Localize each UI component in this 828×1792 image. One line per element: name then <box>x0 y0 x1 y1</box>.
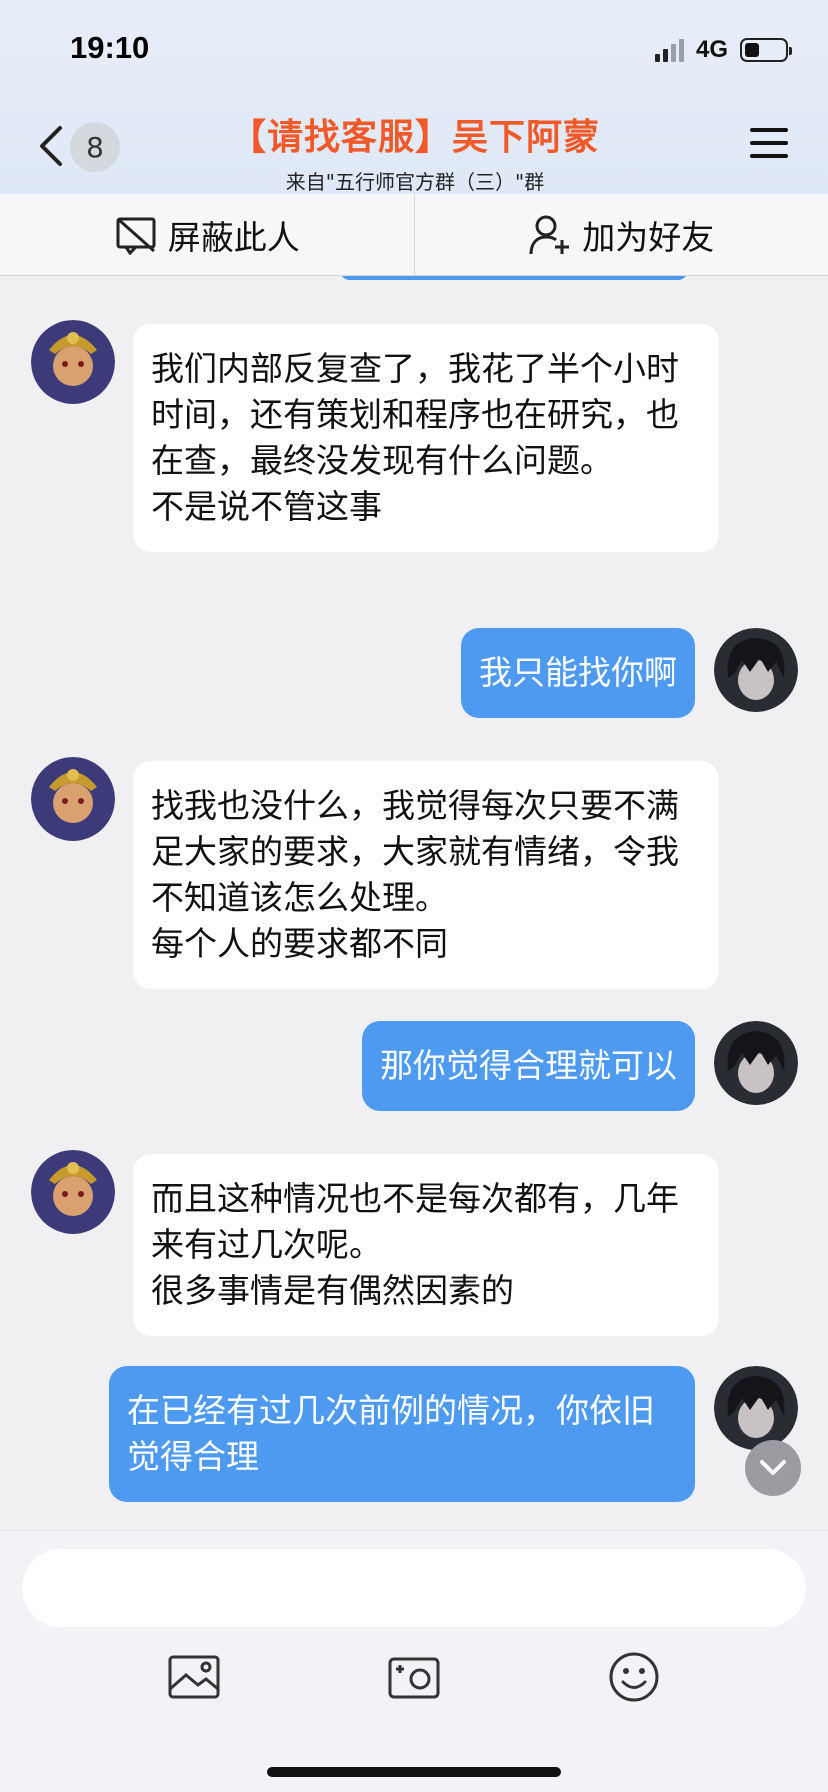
incoming-message-bubble[interactable]: 找我也没什么，我觉得每次只要不满足大家的要求，大家就有情绪，令我不知道该怎么处理… <box>133 761 719 989</box>
home-indicator <box>267 1767 561 1777</box>
unread-count-badge[interactable]: 8 <box>70 122 120 172</box>
add-friend-label: 加为好友 <box>582 217 715 257</box>
contact-avatar[interactable] <box>31 1150 115 1234</box>
outgoing-message-bubble[interactable]: 在已经有过几次前例的情况，你依旧觉得合理 <box>109 1366 695 1502</box>
add-friend-button[interactable]: 加为好友 <box>413 194 828 275</box>
user-avatar[interactable] <box>714 1366 798 1450</box>
contact-avatar[interactable] <box>31 320 115 404</box>
chat-message-list[interactable]: 我们内部反复查了，我花了半个小时时间，还有策划和程序也在研究，也在查，最终没发现… <box>0 276 828 1530</box>
composer-area <box>0 1530 828 1792</box>
chat-title: 【请找客服】吴下阿蒙 <box>229 117 600 158</box>
outgoing-message-bubble[interactable]: 那你觉得合理就可以 <box>362 1021 695 1111</box>
incoming-message-bubble[interactable]: 而且这种情况也不是每次都有，几年来有过几次呢。 很多事情是有偶然因素的 <box>133 1154 719 1336</box>
signal-icon <box>654 38 684 62</box>
message-input[interactable] <box>22 1549 806 1627</box>
battery-icon <box>740 38 792 62</box>
user-avatar[interactable] <box>714 1021 798 1105</box>
previous-message-peek <box>340 276 688 280</box>
network-type: 4G <box>695 36 728 63</box>
status-time: 19:10 <box>70 30 150 65</box>
action-bar: 屏蔽此人 加为好友 <box>0 194 828 276</box>
menu-icon[interactable] <box>750 128 788 164</box>
user-avatar[interactable] <box>714 628 798 712</box>
scroll-to-bottom-button[interactable] <box>745 1440 801 1496</box>
block-user-label: 屏蔽此人 <box>167 217 300 257</box>
block-icon <box>116 217 156 255</box>
chat-title-block[interactable]: 【请找客服】吴下阿蒙 来自"五行师官方群（三）"群 <box>150 108 680 195</box>
status-indicators: 4G <box>654 36 792 64</box>
emoji-icon[interactable] <box>606 1649 662 1705</box>
contact-avatar[interactable] <box>31 757 115 841</box>
add-user-icon <box>529 215 570 254</box>
header-area: 19:10 4G 8 【请找客服】吴下阿蒙 来自"五行师官方群（三）"群 <box>0 0 828 194</box>
chevron-down-icon <box>760 1460 786 1475</box>
back-chevron-icon[interactable] <box>36 122 66 170</box>
outgoing-message-bubble[interactable]: 我只能找你啊 <box>461 628 695 718</box>
chat-subtitle: 来自"五行师官方群（三）"群 <box>285 170 545 194</box>
incoming-message-bubble[interactable]: 我们内部反复查了，我花了半个小时时间，还有策划和程序也在研究，也在查，最终没发现… <box>133 324 719 552</box>
camera-icon[interactable] <box>386 1649 442 1705</box>
image-icon[interactable] <box>166 1649 222 1705</box>
block-user-button[interactable]: 屏蔽此人 <box>0 194 414 275</box>
